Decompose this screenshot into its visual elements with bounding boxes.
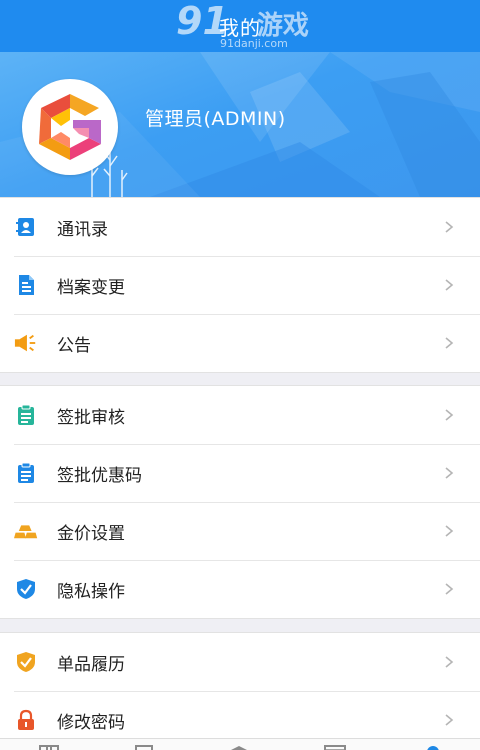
menu-label-archive-change: 档案变更 xyxy=(57,277,125,298)
menu-item-approval-coupon[interactable]: 签批优惠码 xyxy=(0,444,480,502)
menu-label-announcement: 公告 xyxy=(57,335,91,356)
menu-label-change-password: 修改密码 xyxy=(57,712,125,733)
page-title: 我的 xyxy=(219,15,261,40)
chevron-right-icon xyxy=(445,467,454,479)
graduation-icon[interactable] xyxy=(226,742,252,750)
menu-item-privacy[interactable]: 隐私操作 xyxy=(0,560,480,618)
menu-label-privacy: 隐私操作 xyxy=(57,581,125,602)
app-root: 91 游戏 91danji.com 我的 管理员(ADMIN) 通讯录 档案变更… xyxy=(0,0,480,750)
menu-item-product-history[interactable]: 单品履历 xyxy=(0,633,480,691)
contacts-icon xyxy=(14,215,38,239)
chevron-right-icon xyxy=(445,279,454,291)
menu-group-3: 单品履历 修改密码 xyxy=(0,632,480,750)
menu-item-contacts[interactable]: 通讯录 xyxy=(0,198,480,256)
image-icon[interactable] xyxy=(322,742,348,750)
clipboard-icon xyxy=(14,403,38,427)
g-logo-icon xyxy=(39,94,101,160)
menu-group-1: 通讯录 档案变更 公告 xyxy=(0,197,480,373)
chevron-right-icon xyxy=(445,221,454,233)
file-document-icon xyxy=(14,273,38,297)
profile-header[interactable]: 管理员(ADMIN) xyxy=(0,52,480,197)
gold-bars-icon xyxy=(14,519,38,543)
chevron-right-icon xyxy=(445,525,454,537)
chevron-right-icon xyxy=(445,656,454,668)
menu-item-announcement[interactable]: 公告 xyxy=(0,314,480,372)
shield-check-icon xyxy=(14,577,38,601)
menu-label-approval-coupon: 签批优惠码 xyxy=(57,465,142,486)
menu-label-approval-review: 签批审核 xyxy=(57,407,125,428)
list-icon[interactable] xyxy=(131,742,157,750)
user-icon[interactable] xyxy=(420,742,446,750)
menu-item-gold-price[interactable]: 金价设置 xyxy=(0,502,480,560)
chevron-right-icon xyxy=(445,337,454,349)
bottom-tab-bar xyxy=(0,738,480,750)
watermark-text: 游戏 xyxy=(256,11,309,41)
menu-item-archive-change[interactable]: 档案变更 xyxy=(0,256,480,314)
chevron-right-icon xyxy=(445,714,454,726)
menu-group-2: 签批审核 签批优惠码 金价设置 隐私操作 xyxy=(0,385,480,619)
menu-label-contacts: 通讯录 xyxy=(57,219,108,240)
chevron-right-icon xyxy=(445,583,454,595)
shield-check-icon xyxy=(14,650,38,674)
menu-item-approval-review[interactable]: 签批审核 xyxy=(0,386,480,444)
username[interactable]: 管理员(ADMIN) xyxy=(145,104,286,131)
home-icon[interactable] xyxy=(36,742,62,750)
chevron-right-icon xyxy=(445,409,454,421)
lock-icon xyxy=(14,708,38,732)
menu-label-product-history: 单品履历 xyxy=(57,654,125,675)
megaphone-icon xyxy=(14,331,38,355)
menu-label-gold-price: 金价设置 xyxy=(57,523,125,544)
avatar[interactable] xyxy=(22,79,118,175)
clipboard-icon xyxy=(14,461,38,485)
top-bar: 91 游戏 91danji.com 我的 xyxy=(0,0,480,52)
